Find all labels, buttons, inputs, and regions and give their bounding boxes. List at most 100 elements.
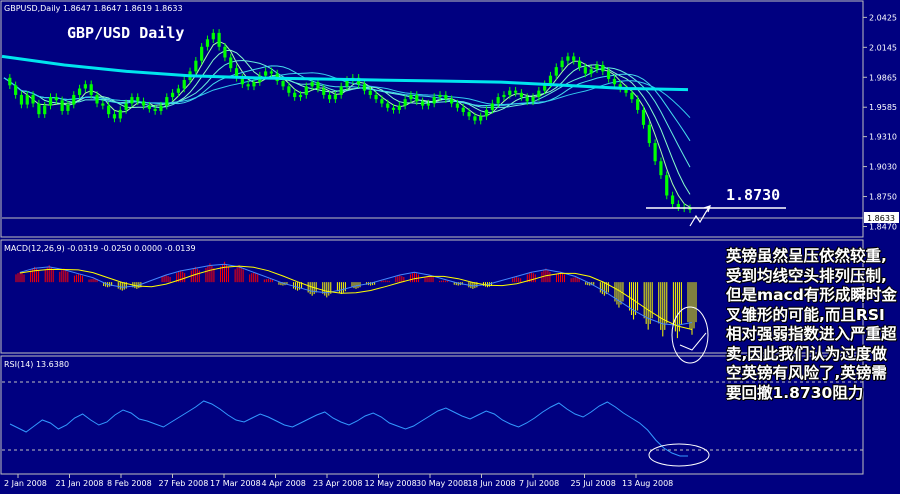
candle-body [380,99,384,104]
candle-body [72,94,76,105]
candle-body [397,105,401,110]
chart-title: GBP/USD Daily [67,24,184,42]
candle-body [95,94,99,104]
candle-body [589,69,593,74]
candle-body [170,92,175,98]
candle-body [665,175,669,196]
candle-body [200,46,204,61]
candle-body [8,77,12,86]
candle-body [176,88,181,93]
candle-body [205,39,210,47]
analysis-note: 英镑虽然呈压依然较重,受到均线空头排列压制,但是macd有形成瞬时金叉雏形的可能… [726,247,897,402]
candle-body [409,94,413,100]
candle-body [368,90,372,95]
price-tick-label: 1.8470 [869,223,897,232]
date-tick-label: 18 Jun 2008 [468,479,516,488]
candle-body [676,204,680,208]
candle-body [124,103,128,110]
candle-body [490,103,494,110]
candle-body [461,107,465,113]
candle-body [43,105,47,115]
price-tick-label: 1.8750 [869,193,897,202]
date-tick-label: 4 Apr 2008 [262,479,306,488]
candle-body [25,94,29,105]
candle-body [89,84,93,95]
candle-body [455,103,460,108]
candle-body [182,79,186,89]
candle-body [420,101,425,106]
candle-body [537,90,541,98]
candle-body [525,97,529,102]
candle-body [287,86,291,93]
candle-body [438,94,442,98]
candle-body [165,97,169,106]
candle-body [310,82,314,87]
price-header: GBPUSD,Daily 1.8647 1.8647 1.8619 1.8633 [4,4,183,13]
candle-body [281,81,285,87]
candle-body [479,116,483,121]
candle-body [560,60,564,68]
date-tick-label: 25 Jul 2008 [571,479,616,488]
candle-body [269,71,274,74]
candle-body [391,107,396,110]
candle-body [630,92,634,100]
rsi-header: RSI(14) 13.6380 [4,360,69,369]
candle-body [607,71,611,79]
macd-lines [19,263,693,330]
candle-body [386,103,390,108]
candle-body [141,101,146,106]
candle-body [107,105,111,115]
candle-body [101,103,105,106]
candle-body [316,82,320,89]
candle-body [14,85,18,95]
date-tick-label: 23 Apr 2008 [313,479,362,488]
candle-body [153,108,157,111]
candle-body [496,97,500,104]
resistance-level-label: 1.8730 [726,186,780,204]
candle-body [322,88,326,95]
candle-body [264,71,268,76]
candle-body [112,114,117,119]
candle-body [432,97,436,104]
rsi-polyline [9,400,688,457]
macd-signal-line [19,265,693,330]
candle-body [327,94,332,100]
date-tick-label: 21 Jan 2008 [56,479,104,488]
candle-body [223,46,227,58]
candle-body [362,84,367,91]
date-tick-label: 2 Jan 2008 [4,479,47,488]
candle-body [304,86,308,95]
candle-body [54,97,58,101]
candle-body [66,104,70,111]
candle-body [577,60,582,68]
price-tick-label: 2.0145 [869,43,897,52]
candle-body [450,99,454,104]
candle-body [548,75,553,85]
candle-body [77,88,82,95]
date-tick-label: 8 Feb 2008 [107,479,152,488]
candle-body [601,64,605,72]
candle-body [147,105,151,109]
date-tick-label: 13 Aug 2008 [622,479,673,488]
candle-body [83,84,87,89]
candle-body [339,86,343,95]
candle-body [583,67,587,74]
candle-body [246,84,250,87]
candle-body [31,94,35,104]
candle-body [136,97,140,102]
candle-body [554,67,558,76]
current-price-value: 1.8633 [867,214,895,223]
candle-body [641,109,646,125]
macd-histogram [15,261,697,339]
moving-average-ribbon [3,40,691,208]
ma-line [3,40,691,208]
candle-body [252,82,256,87]
candle-body [333,94,337,100]
candle-body [426,103,430,106]
candle-body [298,94,303,98]
candle-body [467,112,471,117]
candle-body [513,90,518,93]
candle-body [670,195,675,205]
macd-cross-arrow [679,332,707,351]
macd-header: MACD(12,26,9) -0.0319 -0.0250 0.0000 -0.… [4,244,196,253]
